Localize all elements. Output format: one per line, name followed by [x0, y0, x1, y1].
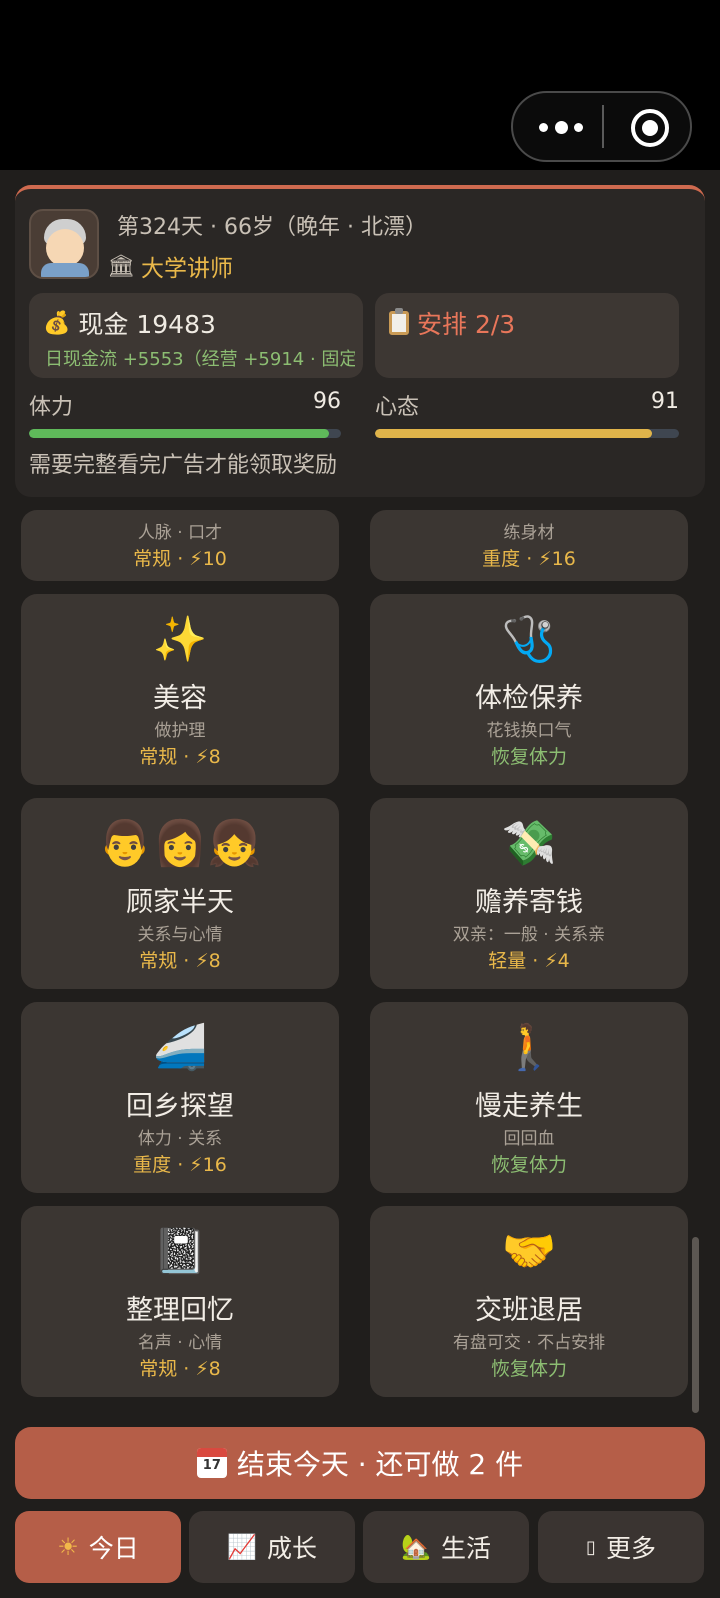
sun-icon: ☀ [57, 1533, 79, 1561]
job-label: 大学讲师 [140, 256, 233, 282]
stamina-label: 体力 [29, 395, 74, 420]
chart-increasing-icon: 📈 [227, 1533, 257, 1561]
card-desc: 有盘可交 · 不占安排 [452, 1333, 606, 1353]
day-age-line: 第324天 · 66岁（晚年 · 北漂） [117, 215, 427, 240]
calendar-icon: 17 [196, 1448, 227, 1478]
card-desc: 关系与心情 [137, 925, 223, 945]
clipboard-icon [389, 308, 409, 335]
activity-card-partial-right[interactable]: 练身材 重度 · ⚡16 [370, 510, 688, 581]
card-desc: 回回血 [503, 1129, 555, 1149]
card-desc: 花钱换口气 [486, 721, 572, 741]
activity-card-memories[interactable]: 📓 整理回忆 名声 · 心情 常规 · ⚡8 [21, 1206, 339, 1397]
activity-card-support-parents[interactable]: 💸 赡养寄钱 双亲：一般 · 关系亲 轻量 · ⚡4 [370, 798, 688, 989]
bullet-train-icon: 🚄 [152, 1022, 208, 1073]
tab-label: 成长 [266, 1534, 317, 1563]
money-with-wings-icon: 💸 [501, 818, 557, 869]
capsule-divider [602, 105, 604, 148]
avatar-shirt [41, 263, 89, 277]
sparkles-icon: ✨ [152, 614, 208, 665]
house-icon: 🏡 [401, 1533, 431, 1561]
classical-building-icon: 🏛 [107, 253, 135, 279]
tab-label: 生活 [440, 1534, 491, 1563]
activity-card-checkup[interactable]: 🩺 体检保养 花钱换口气 恢复体力 [370, 594, 688, 785]
card-meta: 常规 · ⚡10 [133, 548, 227, 570]
stamina-bar-fill [29, 429, 329, 438]
tab-label: 今日 [88, 1534, 139, 1563]
schedule-count: 安排 2/3 [417, 310, 516, 339]
activity-card-walk[interactable]: 🚶 慢走养生 回回血 恢复体力 [370, 1002, 688, 1193]
mood-label: 心态 [375, 395, 420, 420]
schedule-title: 安排 2/3 [389, 305, 515, 341]
schedule-box[interactable]: 安排 2/3 [375, 293, 679, 378]
activity-card-retire[interactable]: 🤝 交班退居 有盘可交 · 不占安排 恢复体力 [370, 1206, 688, 1397]
card-title: 美容 [153, 683, 207, 714]
stamina-value: 96 [313, 389, 341, 414]
avatar[interactable] [29, 209, 99, 279]
card-meta: 轻量 · ⚡4 [488, 950, 570, 972]
card-meta: 恢复体力 [490, 1358, 567, 1380]
card-title: 整理回忆 [126, 1295, 234, 1326]
tab-label: 更多 [605, 1534, 656, 1563]
card-meta: 常规 · ⚡8 [139, 746, 221, 768]
card-title: 体检保养 [475, 683, 583, 714]
cash-box[interactable]: 💰 现金 19483 日现金流 +5553（经营 +5914 · 固定 [29, 293, 363, 378]
card-desc: 名声 · 心情 [137, 1333, 223, 1353]
card-desc: 体力 · 关系 [137, 1129, 223, 1149]
card-title: 慢走养生 [475, 1091, 583, 1122]
avatar-face [46, 229, 84, 267]
card-title: 顾家半天 [126, 887, 234, 918]
end-day-label: 结束今天 · 还可做 2 件 [236, 1448, 524, 1481]
system-top-bar [0, 0, 720, 170]
more-icon: ▯ [586, 1536, 596, 1558]
card-title: 回乡探望 [126, 1091, 234, 1122]
tab-life[interactable]: 🏡 生活 [363, 1511, 529, 1583]
cash-title: 💰 现金 19483 [43, 305, 216, 341]
job-title: 🏛 大学讲师 [107, 249, 233, 283]
mood-bar-fill [375, 429, 652, 438]
scrollbar[interactable] [692, 1237, 699, 1413]
card-meta: 恢复体力 [490, 746, 567, 768]
card-desc: 做护理 [154, 721, 206, 741]
card-title: 赡养寄钱 [475, 887, 583, 918]
stethoscope-icon: 🩺 [501, 614, 557, 665]
tab-today[interactable]: ☀ 今日 [15, 1511, 181, 1583]
cash-amount: 现金 19483 [78, 310, 216, 339]
card-desc: 双亲：一般 · 关系亲 [452, 925, 606, 945]
card-title: 交班退居 [475, 1295, 583, 1326]
mood-bar [375, 429, 679, 438]
ad-notice: 需要完整看完广告才能领取奖励 [29, 453, 338, 478]
status-panel: 第324天 · 66岁（晚年 · 北漂） 🏛 大学讲师 💰 现金 19483 日… [15, 185, 705, 497]
card-desc: 人脉 · 口才 [137, 523, 223, 543]
handshake-icon: 🤝 [501, 1226, 557, 1277]
family-icon: 👨👩👧 [97, 818, 263, 869]
mood-value: 91 [651, 389, 679, 414]
card-meta: 恢复体力 [490, 1154, 567, 1176]
money-bag-icon: 💰 [43, 310, 71, 336]
card-meta: 重度 · ⚡16 [133, 1154, 227, 1176]
notebook-icon: 📓 [152, 1226, 208, 1277]
mini-program-capsule [511, 91, 692, 162]
tab-more[interactable]: ▯ 更多 [538, 1511, 704, 1583]
card-meta: 重度 · ⚡16 [482, 548, 576, 570]
activity-card-partial-left[interactable]: 人脉 · 口才 常规 · ⚡10 [21, 510, 339, 581]
end-day-button[interactable]: 17 结束今天 · 还可做 2 件 [15, 1427, 705, 1499]
activity-card-family[interactable]: 👨👩👧 顾家半天 关系与心情 常规 · ⚡8 [21, 798, 339, 989]
card-meta: 常规 · ⚡8 [139, 950, 221, 972]
card-meta: 常规 · ⚡8 [139, 1358, 221, 1380]
cash-flow: 日现金流 +5553（经营 +5914 · 固定 [45, 349, 355, 370]
stamina-bar [29, 429, 341, 438]
walking-person-icon: 🚶 [501, 1022, 557, 1073]
tab-growth[interactable]: 📈 成长 [189, 1511, 355, 1583]
more-options-icon[interactable] [539, 118, 583, 136]
activity-card-hometown[interactable]: 🚄 回乡探望 体力 · 关系 重度 · ⚡16 [21, 1002, 339, 1193]
card-desc: 练身材 [503, 523, 555, 543]
activity-card-beauty[interactable]: ✨ 美容 做护理 常规 · ⚡8 [21, 594, 339, 785]
close-target-icon[interactable] [631, 109, 669, 147]
